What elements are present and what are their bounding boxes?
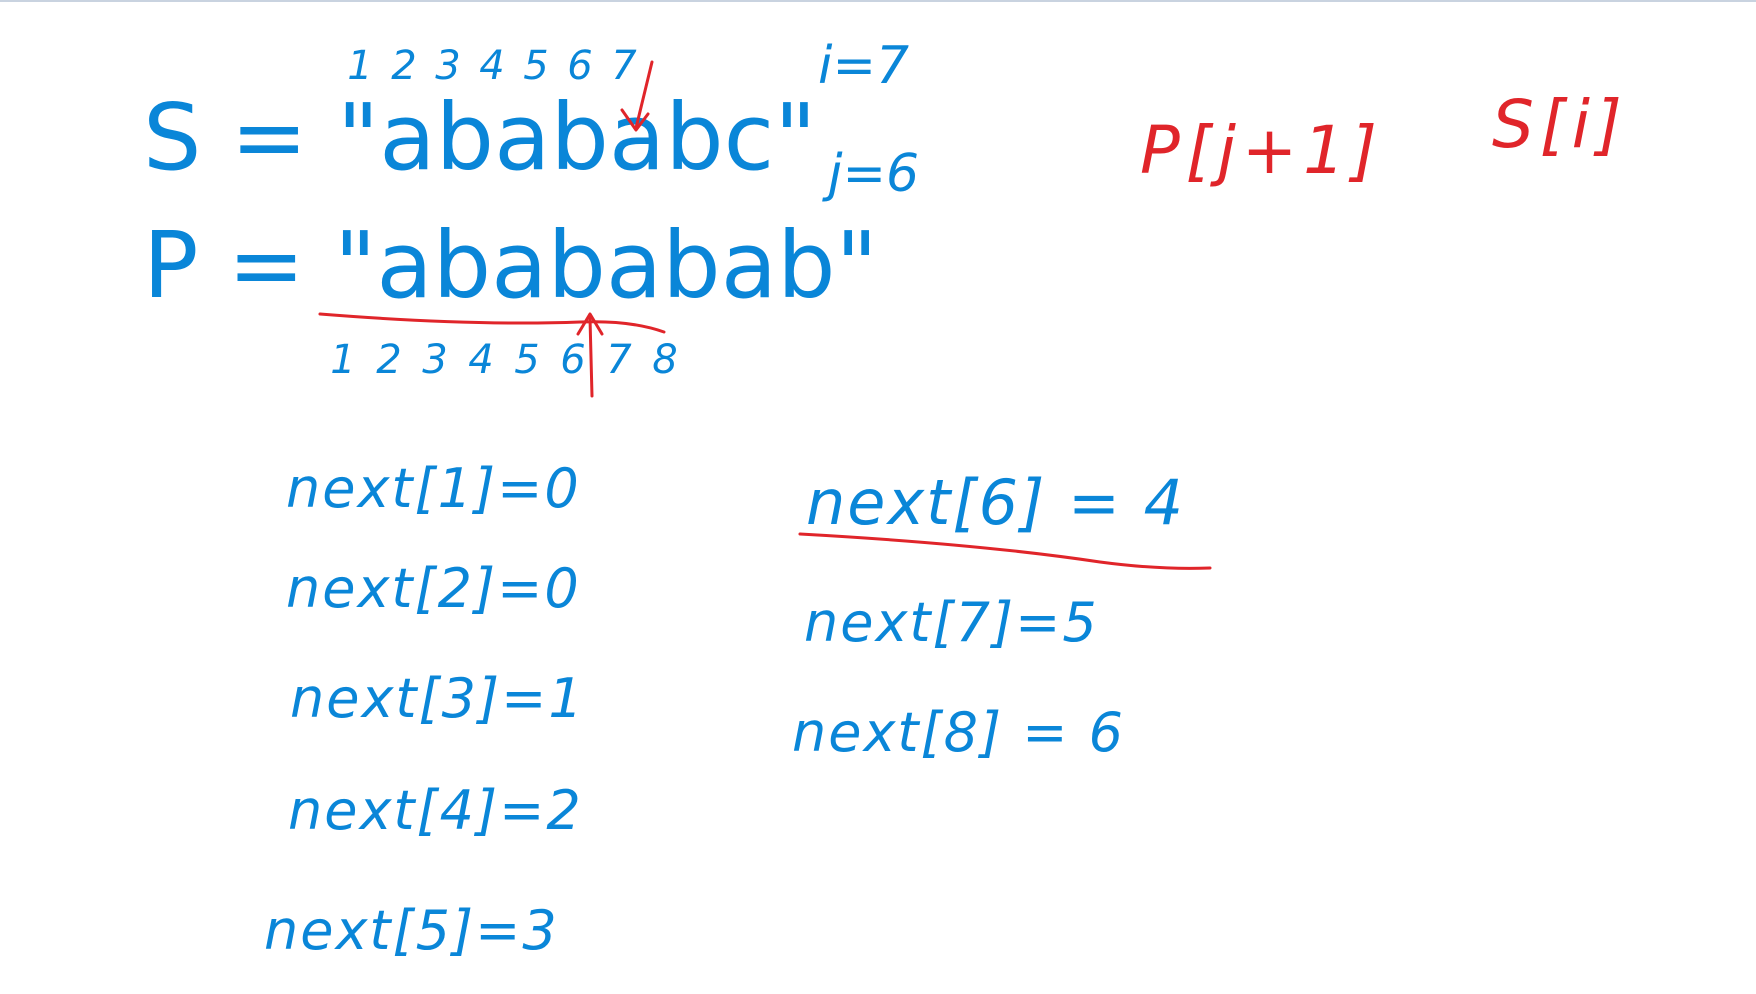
pattern-index: 2	[376, 337, 402, 383]
pointer-i: i=7	[818, 36, 910, 96]
text-index: 1	[347, 43, 373, 89]
next-entry: next[4]=2	[288, 779, 583, 842]
pattern-index: 5	[514, 337, 540, 383]
next6-underline	[798, 532, 1212, 570]
text-string-line: S = "abababc"	[143, 92, 817, 184]
text-index: 6	[567, 43, 593, 89]
text-string-label: S =	[143, 84, 337, 191]
text-index: 3	[435, 43, 461, 89]
text-string-value: "abababc"	[336, 84, 817, 191]
pattern-index-row: 1 2 3 4 5 6 7 8	[320, 340, 688, 380]
text-index: 7	[611, 43, 637, 89]
pointer-j: j=6	[828, 144, 920, 204]
next-entry: next[7]=5	[804, 591, 1099, 654]
text-char-compare: S[i]	[1492, 86, 1628, 163]
top-border	[0, 0, 1756, 2]
pattern-string-value: "abababab"	[334, 212, 878, 319]
pattern-index: 7	[606, 337, 632, 383]
pattern-index: 4	[468, 337, 494, 383]
pattern-string-line: P = "abababab"	[143, 220, 878, 312]
next-entry: next[2]=0	[286, 557, 581, 620]
next-entry: next[1]=0	[286, 457, 581, 520]
text-index: 5	[523, 43, 549, 89]
text-index: 2	[391, 43, 417, 89]
pattern-index: 6	[560, 337, 586, 383]
next-entry-highlighted: next[6] = 4	[806, 466, 1186, 539]
next-entry: next[3]=1	[290, 667, 585, 730]
pattern-char-compare: P[j+1]	[1140, 112, 1383, 189]
text-index: 4	[479, 43, 505, 89]
next-entry: next[8] = 6	[792, 701, 1126, 764]
text-index-row: 1 2 3 4 5 6 7	[338, 46, 646, 86]
pattern-index: 1	[330, 337, 356, 383]
pattern-index: 3	[422, 337, 448, 383]
pattern-index: 8	[652, 337, 678, 383]
pattern-string-label: P =	[143, 212, 335, 319]
next-entry: next[5]=3	[264, 899, 559, 962]
